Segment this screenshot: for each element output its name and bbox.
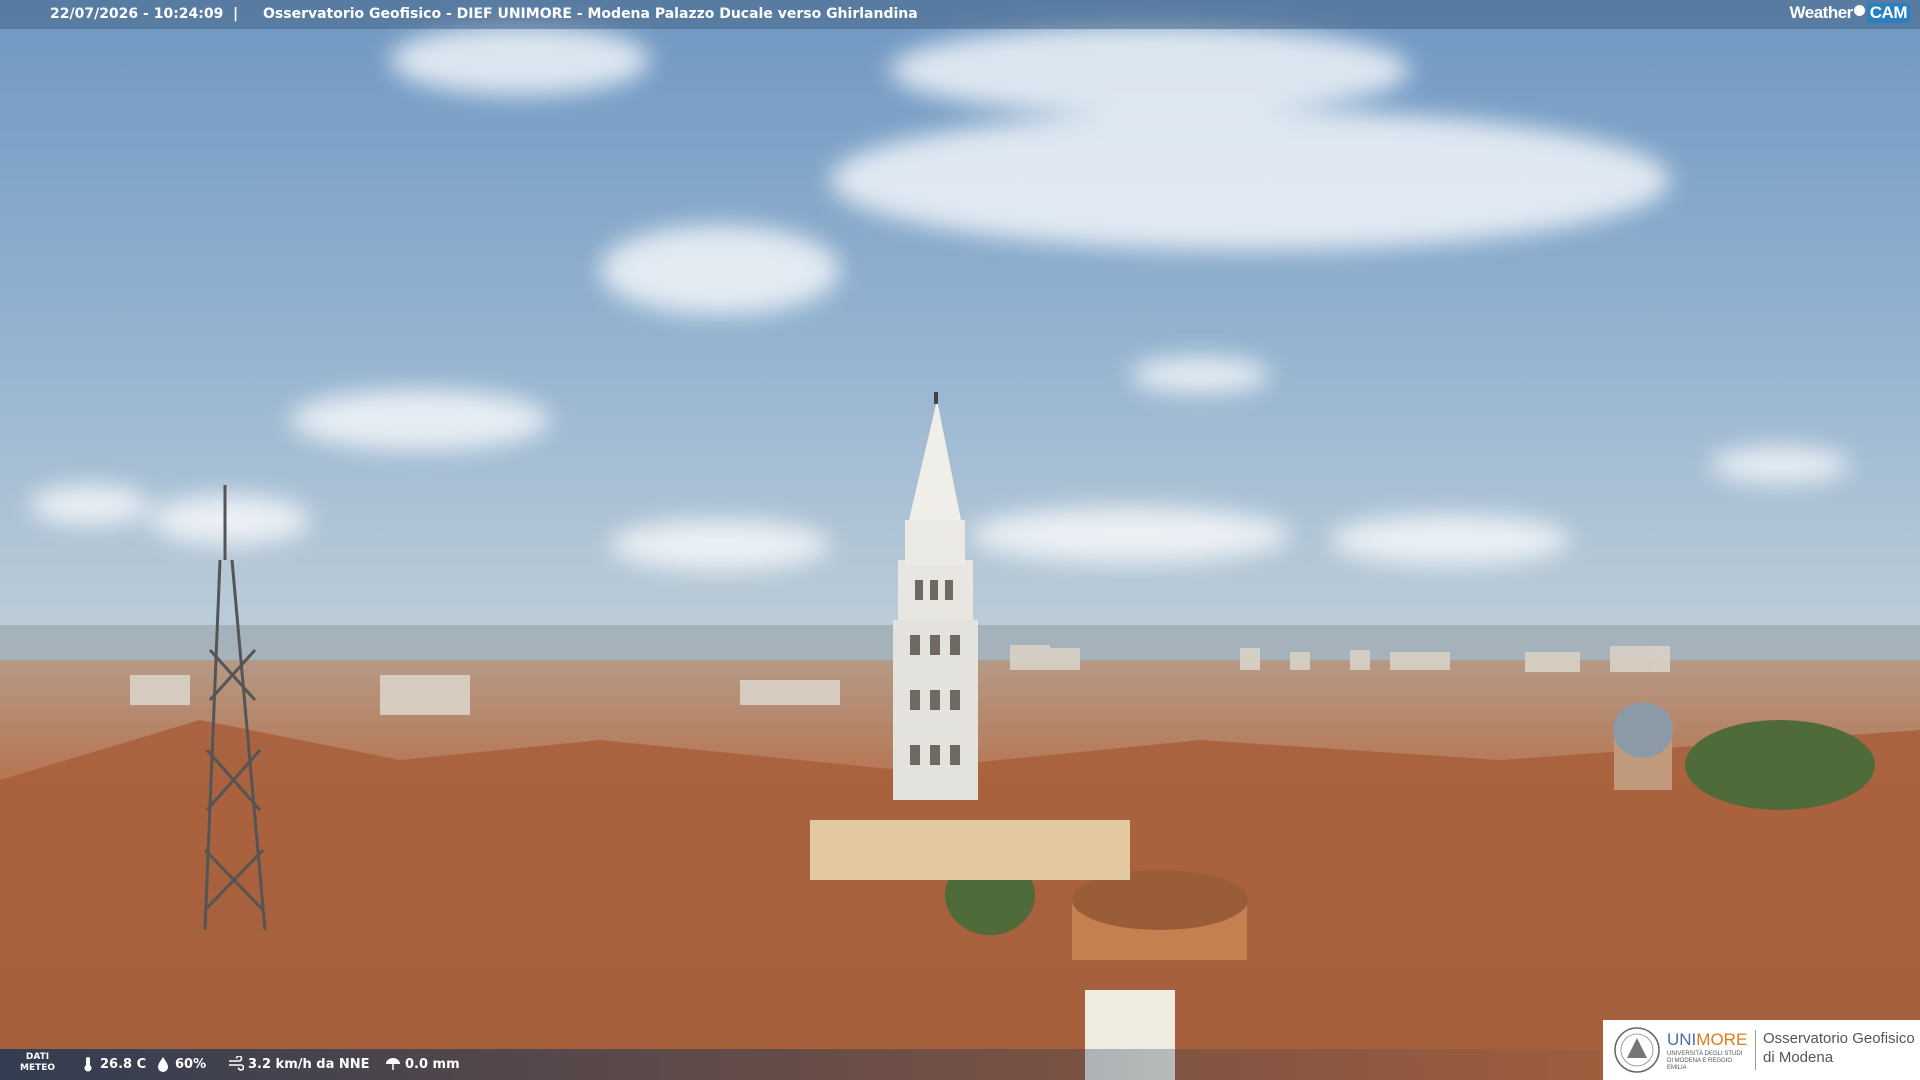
camera-title: Osservatorio Geofisico - DIEF UNIMORE - … bbox=[263, 6, 918, 22]
rain-icon bbox=[386, 1058, 400, 1070]
unimore-logo-box: UNIMORE UNIVERSITÀ DEGLI STUDI DI MODENA… bbox=[1603, 1020, 1920, 1080]
dome-center bbox=[1072, 870, 1248, 960]
temperature-value: 26.8 C bbox=[100, 1056, 147, 1072]
wind-value: 3.2 km/h da NNE bbox=[248, 1056, 370, 1072]
unimore-name: UNIMORE bbox=[1667, 1030, 1748, 1049]
caption-bar: 22/07/2026 - 10:24:09 | Osservatorio Geo… bbox=[0, 0, 1920, 29]
divider bbox=[1755, 1030, 1756, 1070]
weather-data-label: DATI METEO bbox=[20, 1052, 56, 1073]
unimore-seal-icon bbox=[1614, 1027, 1660, 1073]
webcam-image bbox=[0, 0, 1920, 1080]
unimore-subtitle: UNIVERSITÀ DEGLI STUDI DI MODENA E REGGI… bbox=[1667, 1051, 1743, 1071]
humidity: 60% bbox=[155, 1056, 206, 1072]
wind-icon bbox=[229, 1056, 244, 1071]
wind: 3.2 km/h da NNE bbox=[228, 1056, 370, 1072]
sun-icon bbox=[1853, 4, 1865, 16]
weathercam-logo-cam: CAM bbox=[1866, 3, 1910, 23]
weathercam-logo-text: Weather bbox=[1789, 3, 1854, 22]
humidity-icon bbox=[158, 1057, 168, 1072]
weathercam-logo: Weather CAM bbox=[1790, 3, 1910, 23]
rain: 0.0 mm bbox=[385, 1056, 460, 1072]
humidity-value: 60% bbox=[175, 1056, 207, 1072]
separator: | bbox=[233, 6, 239, 22]
rain-value: 0.0 mm bbox=[405, 1056, 460, 1072]
weather-data-bar: DATI METEO 26.8 C 60% 3.2 km/h da NNE 0.… bbox=[0, 1049, 1600, 1080]
temperature: 26.8 C bbox=[80, 1056, 146, 1072]
timestamp: 22/07/2026 - 10:24:09 bbox=[50, 6, 224, 22]
thermometer-icon bbox=[84, 1057, 92, 1072]
observatory-name: Osservatorio Geofisico di Modena bbox=[1763, 1030, 1915, 1066]
dome-right bbox=[1613, 702, 1673, 790]
